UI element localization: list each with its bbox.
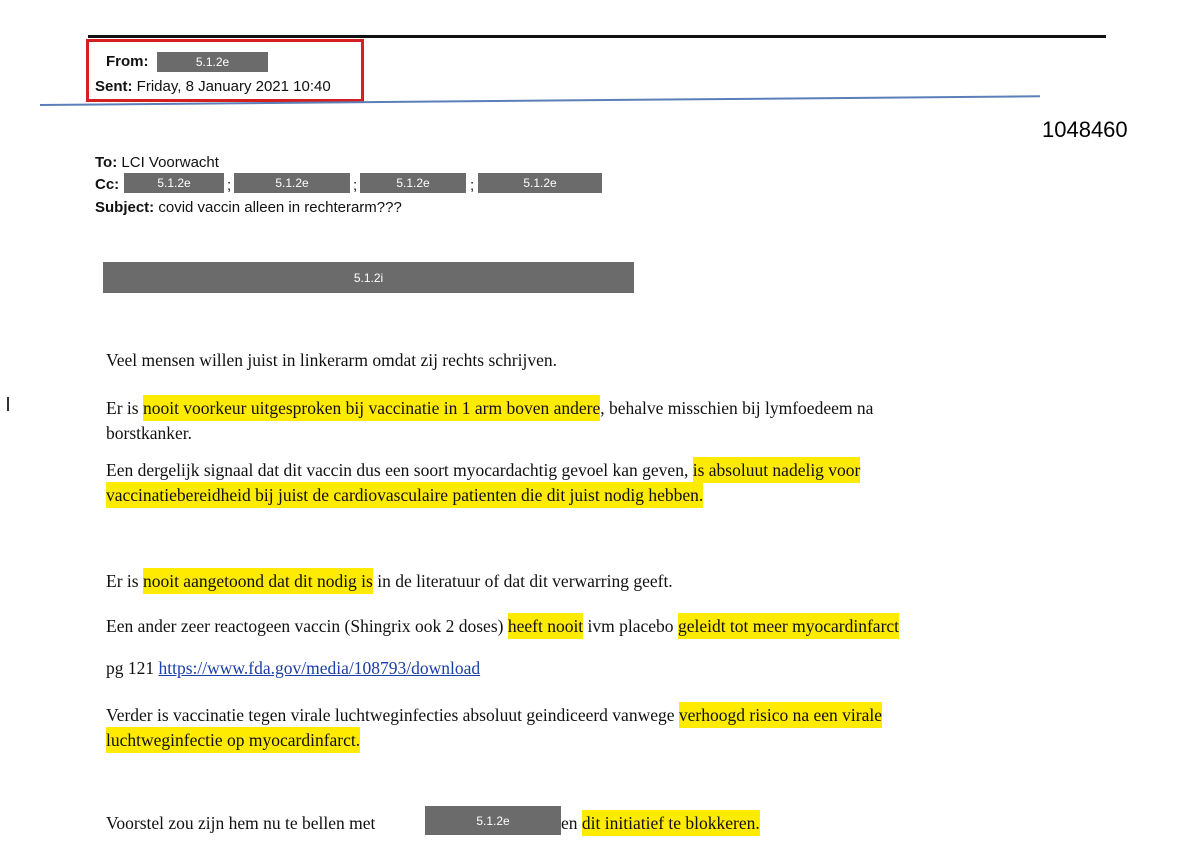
paragraph-8-text-b: en — [561, 813, 582, 833]
paragraph-1: Veel mensen willen juist in linkerarm om… — [106, 348, 557, 373]
paragraph-2: Er is nooit voorkeur uitgesproken bij va… — [106, 395, 874, 446]
highlighted-text: heeft nooit — [507, 613, 584, 639]
paragraph-2-text-d: borstkanker. — [106, 423, 193, 443]
cc-label: Cc: — [95, 176, 120, 193]
body-redaction-bar: 5.1.2i — [103, 262, 634, 293]
cc-line: Cc: — [95, 176, 119, 193]
subject-line: Subject: covid vaccin alleen in rechtera… — [95, 199, 402, 216]
highlighted-text: verhoogd risico na een virale — [678, 702, 883, 728]
paragraph-6: pg 121 https://www.fda.gov/media/108793/… — [106, 656, 480, 681]
fda-link[interactable]: https://www.fda.gov/media/108793/downloa… — [159, 658, 481, 678]
cc-redaction-4: 5.1.2e — [478, 173, 602, 193]
from-line: From: — [106, 53, 149, 70]
paragraph-3-text-a: Een dergelijk signaal dat dit vaccin dus… — [106, 460, 693, 480]
paragraph-8: Voorstel zou zijn hem nu te bellen met — [106, 811, 375, 836]
top-rule — [88, 35, 1106, 38]
highlighted-text: nooit aangetoond dat dit nodig is — [142, 568, 373, 594]
paragraph-8-redaction: 5.1.2e — [425, 806, 561, 835]
paragraph-4: Er is nooit aangetoond dat dit nodig is … — [106, 568, 673, 594]
paragraph-7: Verder is vaccinatie tegen virale luchtw… — [106, 702, 883, 753]
to-value: LCI Voorwacht — [121, 154, 219, 171]
paragraph-5: Een ander zeer reactogeen vaccin (Shingr… — [106, 613, 900, 639]
paragraph-2-text-a: Er is — [106, 398, 143, 418]
cc-separator: ; — [353, 177, 358, 194]
highlighted-text: dit initiatief te blokkeren. — [581, 810, 760, 836]
paragraph-1-text: Veel mensen willen juist in linkerarm om… — [106, 350, 557, 370]
cc-redaction-2: 5.1.2e — [234, 173, 350, 193]
from-label: From: — [106, 53, 149, 70]
sent-value: Friday, 8 January 2021 10:40 — [136, 78, 331, 95]
paragraph-7-text-a: Verder is vaccinatie tegen virale luchtw… — [106, 705, 679, 725]
cc-redaction-3: 5.1.2e — [360, 173, 466, 193]
paragraph-8-tail: en dit initiatief te blokkeren. — [561, 810, 760, 836]
to-line: To: LCI Voorwacht — [95, 154, 219, 171]
to-label: To: — [95, 154, 118, 171]
highlighted-text: nooit voorkeur uitgesproken bij vaccinat… — [142, 395, 601, 421]
sent-label: Sent: — [95, 78, 133, 95]
cc-redaction-1: 5.1.2e — [124, 173, 224, 193]
highlighted-text: geleidt tot meer myocardinfarct — [677, 613, 900, 639]
cc-separator: ; — [470, 177, 475, 194]
paragraph-2-text-c: , behalve misschien bij lymfoedeem na — [600, 398, 874, 418]
paragraph-5-text-c: ivm placebo — [583, 616, 678, 636]
margin-mark — [7, 397, 9, 411]
paragraph-3: Een dergelijk signaal dat dit vaccin dus… — [106, 457, 861, 508]
paragraph-5-text-a: Een ander zeer reactogeen vaccin (Shingr… — [106, 616, 508, 636]
from-redaction: 5.1.2e — [157, 52, 268, 72]
paragraph-4-text-c: in de literatuur of dat dit verwarring g… — [372, 571, 673, 591]
paragraph-8-text-a: Voorstel zou zijn hem nu te bellen met — [106, 813, 376, 833]
paragraph-4-text-a: Er is — [106, 571, 143, 591]
subject-label: Subject: — [95, 199, 155, 216]
sent-line: Sent: Friday, 8 January 2021 10:40 — [95, 78, 331, 95]
document-number: 1048460 — [1042, 117, 1128, 142]
highlighted-text: vaccinatiebereidheid bij juist de cardio… — [106, 482, 704, 508]
cc-separator: ; — [227, 177, 232, 194]
page-reference: pg 121 — [106, 658, 159, 678]
subject-value: covid vaccin alleen in rechterarm??? — [158, 199, 402, 216]
highlighted-text: luchtweginfectie op myocardinfarct. — [106, 727, 361, 753]
highlighted-text: is absoluut nadelig voor — [692, 457, 861, 483]
